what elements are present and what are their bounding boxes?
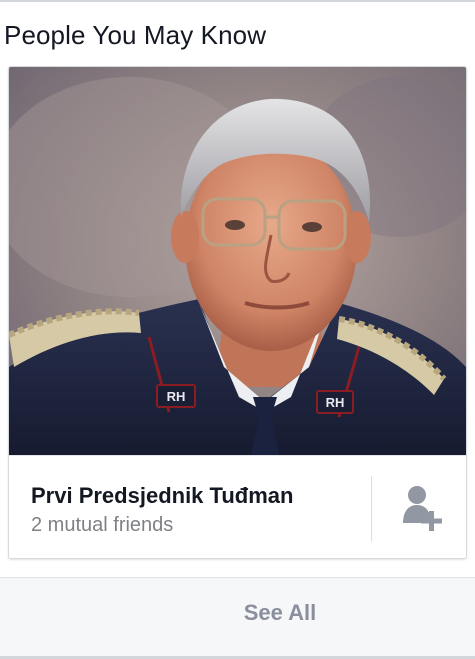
insignia-left: RH	[167, 389, 186, 404]
section-title: People You May Know	[4, 20, 267, 50]
add-friend-icon	[403, 486, 442, 531]
vertical-divider	[371, 476, 372, 542]
suggestion-info: Prvi Predsjednik Tuđman 2 mutual friends	[9, 455, 466, 558]
add-friend-button[interactable]	[381, 476, 465, 542]
suggestion-card: RH RH Prvi Predsjednik Tuđman 2 mutual f…	[8, 66, 467, 559]
top-divider	[0, 0, 475, 2]
suggestion-name[interactable]: Prvi Predsjednik Tuđman	[31, 483, 293, 509]
mutual-friends-count[interactable]: 2 mutual friends	[31, 514, 173, 537]
see-all-link[interactable]: See All	[0, 600, 475, 626]
card-footer: See All	[0, 577, 475, 659]
profile-photo[interactable]: RH RH	[9, 67, 466, 455]
insignia-right: RH	[326, 395, 345, 410]
